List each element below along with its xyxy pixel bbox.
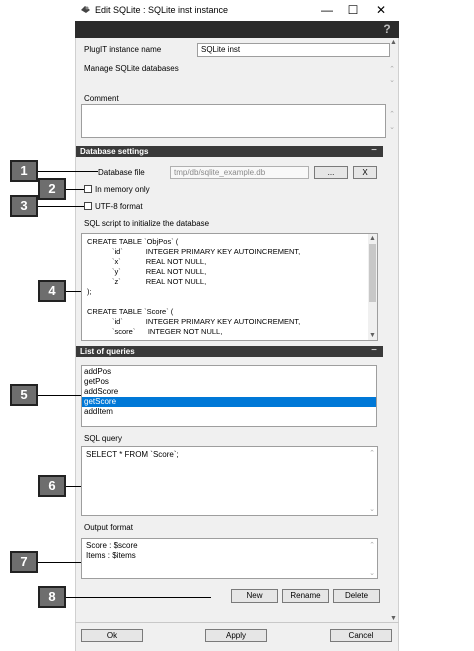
scroll-up-icon[interactable]: ▲	[389, 38, 398, 47]
callout-badge-7: 7	[10, 551, 38, 573]
output-format-label: Output format	[84, 523, 133, 532]
callout-badge-6: 6	[38, 475, 66, 497]
query-list-items: addPos getPos addScore getScore addItem	[82, 367, 376, 417]
callout-badge-1: 1	[10, 160, 38, 182]
sql-script-textarea[interactable]: CREATE TABLE `ObjPos` ( `id` INTEGER PRI…	[81, 233, 378, 341]
cancel-button[interactable]: Cancel	[330, 629, 392, 642]
query-list-item[interactable]: addItem	[82, 407, 376, 417]
sql-script-line: CREATE TABLE `ObjPos` (	[87, 237, 179, 246]
minimize-button[interactable]: —	[313, 0, 341, 21]
comment-scroll[interactable]: ⌃ ⌄	[388, 108, 396, 136]
comment-label: Comment	[84, 94, 119, 103]
sql-script-lines: CREATE TABLE `ObjPos` ( `id` INTEGER PRI…	[87, 237, 300, 337]
instance-name-value: SQLite inst	[201, 45, 241, 54]
instance-name-input[interactable]: SQLite inst	[197, 43, 390, 57]
database-settings-header[interactable]: Database settings	[76, 146, 383, 157]
output-line: Items : $items	[86, 551, 136, 560]
scroll-down-icon[interactable]: ▼	[368, 331, 377, 340]
sql-script-line: `y` REAL NOT NULL,	[87, 267, 207, 276]
callout-leader	[66, 291, 81, 292]
instance-name-label: PlugIT instance name	[84, 45, 162, 54]
callout-badge-5: 5	[10, 384, 38, 406]
sql-script-line: );	[87, 287, 92, 296]
utf8-label: UTF-8 format	[95, 202, 143, 211]
help-icon[interactable]: ?	[380, 22, 394, 36]
output-line: Score : $score	[86, 541, 138, 550]
database-settings-title: Database settings	[80, 147, 149, 156]
sql-script-line: `score` INTEGER NOT NULL,	[87, 327, 223, 336]
query-list-item[interactable]: getScore	[82, 397, 376, 407]
close-button[interactable]: ✕	[367, 0, 395, 21]
window-title: Edit SQLite : SQLite inst instance	[95, 5, 229, 15]
apply-button[interactable]: Apply	[205, 629, 267, 642]
footer-divider	[75, 622, 399, 623]
sql-query-value: SELECT * FROM `Score`;	[86, 450, 179, 459]
callout-leader	[36, 206, 84, 207]
callout-leader	[38, 171, 98, 172]
sql-script-line: `id` INTEGER PRIMARY KEY AUTOINCREMENT,	[87, 247, 301, 256]
collapse-icon[interactable]: −	[369, 346, 379, 357]
callout-badge-4: 4	[38, 280, 66, 302]
toolbar-bar	[75, 21, 399, 38]
sql-query-label: SQL query	[84, 434, 122, 443]
ok-button[interactable]: Ok	[81, 629, 143, 642]
rename-query-button[interactable]: Rename	[282, 589, 329, 603]
query-list-item[interactable]: addPos	[82, 367, 376, 377]
sql-script-line: `id` INTEGER PRIMARY KEY AUTOINCREMENT,	[87, 317, 301, 326]
database-file-label: Database file	[98, 168, 145, 177]
callout-badge-2: 2	[38, 178, 66, 200]
sql-script-line: `z` REAL NOT NULL,	[87, 277, 207, 286]
database-file-input[interactable]: tmp/db/sqlite_example.db	[170, 166, 309, 179]
clear-file-button[interactable]: X	[353, 166, 377, 179]
sql-script-line: CREATE TABLE `Score` (	[87, 307, 174, 316]
browse-button[interactable]: ...	[314, 166, 348, 179]
output-format-textarea[interactable]: Score : $score Items : $items ⌃ ⌄	[81, 538, 378, 579]
queries-title: List of queries	[80, 347, 135, 356]
plugin-description: Manage SQLite databases	[84, 64, 179, 73]
database-file-value: tmp/db/sqlite_example.db	[174, 168, 266, 177]
app-icon	[80, 4, 91, 15]
callout-leader	[36, 562, 81, 563]
query-list-item[interactable]: getPos	[82, 377, 376, 387]
output-format-scroll[interactable]: ⌃ ⌄	[368, 541, 376, 577]
sql-script-scrollbar[interactable]: ▲ ▼	[368, 234, 377, 340]
delete-query-button[interactable]: Delete	[333, 589, 380, 603]
sql-script-line: `x` REAL NOT NULL,	[87, 257, 207, 266]
sql-script-line	[87, 297, 300, 307]
scroll-thumb[interactable]	[369, 244, 376, 302]
maximize-button[interactable]: ☐	[339, 0, 367, 21]
new-query-button[interactable]: New	[231, 589, 278, 603]
description-scroll[interactable]: ⌃ ⌄	[388, 64, 396, 86]
collapse-icon[interactable]: −	[369, 146, 379, 157]
queries-header[interactable]: List of queries	[76, 346, 383, 357]
scroll-up-icon[interactable]: ▲	[368, 234, 377, 243]
sql-query-scroll[interactable]: ⌃ ⌄	[368, 449, 376, 513]
utf8-checkbox[interactable]	[84, 202, 92, 210]
sql-query-textarea[interactable]: SELECT * FROM `Score`; ⌃ ⌄	[81, 446, 378, 516]
output-format-lines: Score : $score Items : $items	[86, 541, 138, 561]
in-memory-label: In memory only	[95, 185, 150, 194]
comment-textarea[interactable]	[81, 104, 386, 138]
callout-badge-8: 8	[38, 586, 66, 608]
comment-value	[82, 105, 385, 107]
callout-leader	[36, 395, 81, 396]
in-memory-checkbox[interactable]	[84, 185, 92, 193]
callout-leader	[66, 486, 81, 487]
query-list[interactable]: addPos getPos addScore getScore addItem	[81, 365, 377, 427]
callout-badge-3: 3	[10, 195, 38, 217]
callout-leader	[66, 597, 211, 598]
callout-leader	[66, 189, 84, 190]
query-list-item[interactable]: addScore	[82, 387, 376, 397]
sql-script-label: SQL script to initialize the database	[84, 219, 210, 228]
